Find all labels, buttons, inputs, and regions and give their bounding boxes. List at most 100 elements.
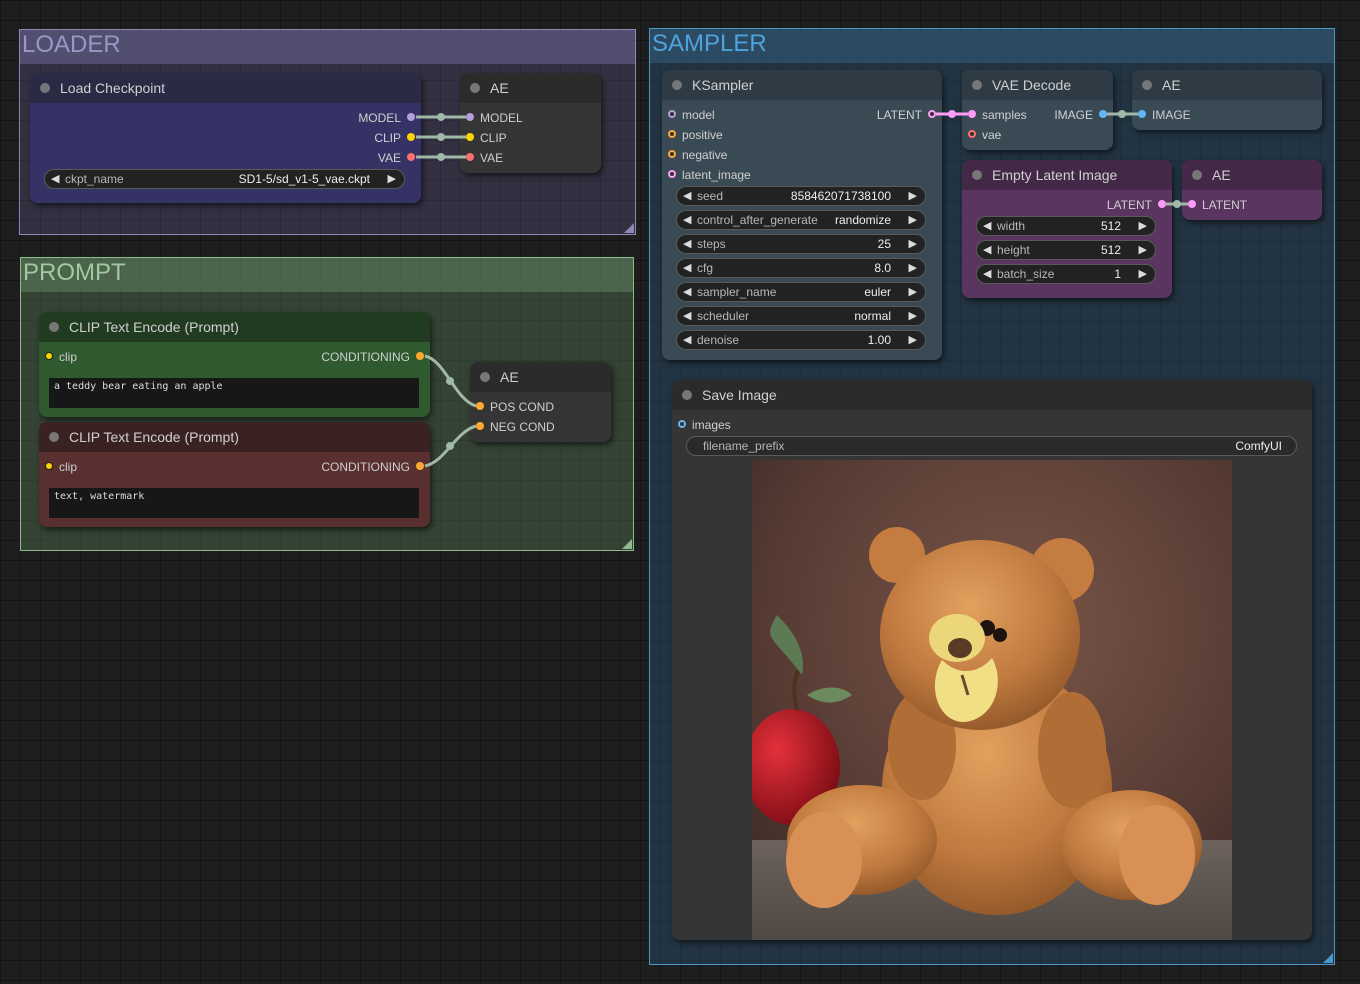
- widget-denoise[interactable]: ◀ denoise 1.00 ▶: [676, 330, 926, 350]
- slot-dot-icon[interactable]: [668, 150, 676, 158]
- node-ae-loader[interactable]: AE MODEL CLIP VAE: [460, 73, 601, 173]
- collapse-dot-icon[interactable]: [480, 372, 490, 382]
- collapse-dot-icon[interactable]: [972, 170, 982, 180]
- slot-dot-icon[interactable]: [407, 133, 415, 141]
- input-slot-vae[interactable]: VAE: [466, 151, 503, 165]
- slot-dot-icon[interactable]: [416, 352, 424, 360]
- increment-arrow-icon[interactable]: ▶: [909, 307, 917, 325]
- input-slot-latent-image[interactable]: latent_image: [668, 168, 751, 182]
- widget-scheduler[interactable]: ◀ scheduler normal ▶: [676, 306, 926, 326]
- collapse-dot-icon[interactable]: [672, 80, 682, 90]
- node-title-bar[interactable]: KSampler: [662, 70, 942, 100]
- input-slot-clip[interactable]: clip: [45, 350, 77, 364]
- input-slot-samples[interactable]: samples: [968, 108, 1027, 122]
- input-slot-clip[interactable]: clip: [45, 460, 77, 474]
- decrement-arrow-icon[interactable]: ◀: [51, 170, 59, 188]
- increment-arrow-icon[interactable]: ▶: [909, 259, 917, 277]
- node-ksampler[interactable]: KSampler model positive negative latent_…: [662, 70, 942, 360]
- group-resize-handle[interactable]: [622, 539, 632, 549]
- prompt-text-input[interactable]: text, watermark: [49, 488, 419, 518]
- widget-steps[interactable]: ◀ steps 25 ▶: [676, 234, 926, 254]
- slot-dot-icon[interactable]: [45, 462, 53, 470]
- output-slot-image[interactable]: IMAGE: [1054, 108, 1107, 122]
- slot-dot-icon[interactable]: [466, 153, 474, 161]
- output-slot-latent[interactable]: LATENT: [1107, 198, 1166, 212]
- increment-arrow-icon[interactable]: ▶: [909, 331, 917, 349]
- widget-width[interactable]: ◀ width 512 ▶: [976, 216, 1156, 236]
- node-title-bar[interactable]: AE: [460, 73, 601, 103]
- input-slot-image[interactable]: IMAGE: [1138, 108, 1191, 122]
- input-slot-model[interactable]: MODEL: [466, 111, 523, 125]
- decrement-arrow-icon[interactable]: ◀: [683, 235, 691, 253]
- decrement-arrow-icon[interactable]: ◀: [683, 307, 691, 325]
- increment-arrow-icon[interactable]: ▶: [388, 170, 396, 188]
- slot-dot-icon[interactable]: [678, 420, 686, 428]
- input-slot-positive[interactable]: positive: [668, 128, 723, 142]
- slot-dot-icon[interactable]: [416, 462, 424, 470]
- widget-batch-size[interactable]: ◀ batch_size 1 ▶: [976, 264, 1156, 284]
- decrement-arrow-icon[interactable]: ◀: [683, 331, 691, 349]
- input-slot-latent[interactable]: LATENT: [1188, 198, 1247, 212]
- decrement-arrow-icon[interactable]: ◀: [683, 211, 691, 229]
- node-title-bar[interactable]: AE: [1132, 70, 1322, 100]
- prompt-text-input[interactable]: a teddy bear eating an apple: [49, 378, 419, 408]
- node-clip-text-encode-positive[interactable]: CLIP Text Encode (Prompt) clip CONDITION…: [39, 312, 430, 417]
- increment-arrow-icon[interactable]: ▶: [909, 235, 917, 253]
- decrement-arrow-icon[interactable]: ◀: [683, 187, 691, 205]
- increment-arrow-icon[interactable]: ▶: [909, 211, 917, 229]
- slot-dot-icon[interactable]: [668, 170, 676, 178]
- input-slot-pos-cond[interactable]: POS COND: [476, 400, 554, 414]
- slot-dot-icon[interactable]: [466, 133, 474, 141]
- node-title-bar[interactable]: Save Image: [672, 380, 1312, 410]
- node-title-bar[interactable]: VAE Decode: [962, 70, 1113, 100]
- node-ae-prompt[interactable]: AE POS COND NEG COND: [470, 362, 611, 442]
- collapse-dot-icon[interactable]: [470, 83, 480, 93]
- widget-height[interactable]: ◀ height 512 ▶: [976, 240, 1156, 260]
- increment-arrow-icon[interactable]: ▶: [1139, 217, 1147, 235]
- output-slot-latent[interactable]: LATENT: [877, 108, 936, 122]
- increment-arrow-icon[interactable]: ▶: [909, 283, 917, 301]
- increment-arrow-icon[interactable]: ▶: [1139, 241, 1147, 259]
- widget-filename-prefix[interactable]: filename_prefix ComfyUI: [686, 436, 1297, 456]
- slot-dot-icon[interactable]: [407, 113, 415, 121]
- collapse-dot-icon[interactable]: [40, 83, 50, 93]
- widget-ckpt-name[interactable]: ◀ ckpt_name SD1-5/sd_v1-5_vae.ckpt ▶: [44, 169, 405, 189]
- input-slot-negative[interactable]: negative: [668, 148, 727, 162]
- decrement-arrow-icon[interactable]: ◀: [983, 265, 991, 283]
- teddy-bear-eating-apple-image[interactable]: [752, 460, 1232, 940]
- slot-dot-icon[interactable]: [476, 422, 484, 430]
- decrement-arrow-icon[interactable]: ◀: [983, 217, 991, 235]
- slot-dot-icon[interactable]: [668, 110, 676, 118]
- decrement-arrow-icon[interactable]: ◀: [983, 241, 991, 259]
- node-title-bar[interactable]: CLIP Text Encode (Prompt): [39, 422, 430, 452]
- slot-dot-icon[interactable]: [968, 130, 976, 138]
- node-title-bar[interactable]: CLIP Text Encode (Prompt): [39, 312, 430, 342]
- output-slot-clip[interactable]: CLIP: [374, 131, 415, 145]
- output-slot-conditioning[interactable]: CONDITIONING: [321, 460, 424, 474]
- slot-dot-icon[interactable]: [968, 110, 976, 118]
- output-slot-model[interactable]: MODEL: [358, 111, 415, 125]
- increment-arrow-icon[interactable]: ▶: [909, 187, 917, 205]
- slot-dot-icon[interactable]: [668, 130, 676, 138]
- widget-cfg[interactable]: ◀ cfg 8.0 ▶: [676, 258, 926, 278]
- slot-dot-icon[interactable]: [466, 113, 474, 121]
- slot-dot-icon[interactable]: [1188, 200, 1196, 208]
- slot-dot-icon[interactable]: [1158, 200, 1166, 208]
- node-ae-image[interactable]: AE IMAGE: [1132, 70, 1322, 130]
- node-ae-latent[interactable]: AE LATENT: [1182, 160, 1322, 220]
- slot-dot-icon[interactable]: [407, 153, 415, 161]
- input-slot-clip[interactable]: CLIP: [466, 131, 507, 145]
- collapse-dot-icon[interactable]: [682, 390, 692, 400]
- widget-control-after-generate[interactable]: ◀ control_after_generate randomize ▶: [676, 210, 926, 230]
- slot-dot-icon[interactable]: [1099, 110, 1107, 118]
- collapse-dot-icon[interactable]: [49, 322, 59, 332]
- node-load-checkpoint[interactable]: Load Checkpoint MODEL CLIP VAE ◀ ckpt_na…: [30, 73, 421, 203]
- slot-dot-icon[interactable]: [928, 110, 936, 118]
- slot-dot-icon[interactable]: [1138, 110, 1146, 118]
- decrement-arrow-icon[interactable]: ◀: [683, 283, 691, 301]
- collapse-dot-icon[interactable]: [1142, 80, 1152, 90]
- collapse-dot-icon[interactable]: [972, 80, 982, 90]
- node-empty-latent-image[interactable]: Empty Latent Image LATENT ◀ width 512 ▶ …: [962, 160, 1172, 298]
- node-title-bar[interactable]: Empty Latent Image: [962, 160, 1172, 190]
- input-slot-neg-cond[interactable]: NEG COND: [476, 420, 555, 434]
